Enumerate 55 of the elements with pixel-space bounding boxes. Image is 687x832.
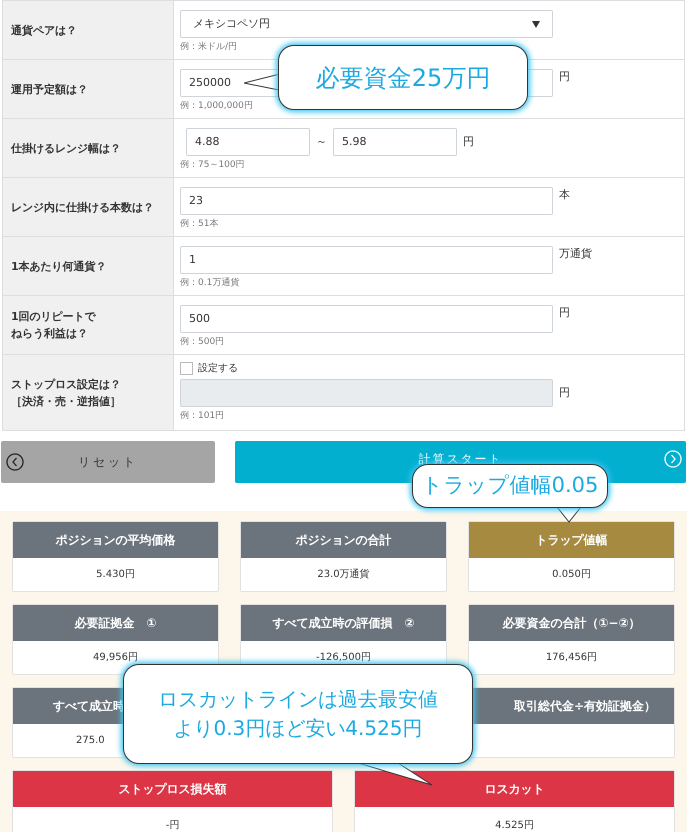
field-label: 仕掛けるレンジ幅は？ (11, 140, 121, 156)
card-title: 必要証拠金 ① (74, 615, 157, 632)
input-field[interactable]: 500 (180, 305, 553, 334)
card-value: 0.050円 (552, 568, 591, 582)
unit-label: 円 (559, 69, 570, 86)
field-label: ストップロス設定は？ (11, 376, 121, 392)
card-value: -円 (166, 818, 180, 832)
range-separator: ～ (316, 134, 327, 150)
hint-text: 例：1,000,000円 (180, 100, 254, 114)
card-title: すべて成立時の評価損 ② (272, 615, 415, 632)
hint-text: 例：75～100円 (180, 159, 246, 172)
card-value: 275.0 (76, 734, 105, 748)
reset-button[interactable]: リセット (1, 441, 215, 483)
card-value: 176,456円 (546, 651, 598, 665)
hint-text: 例：0.1万通貨 (180, 277, 240, 290)
card-title: 取引総代金÷有効証拠金） (514, 698, 656, 715)
unit-label: 円 (559, 385, 570, 401)
card-title: ポジションの合計 (296, 532, 392, 549)
currency-select[interactable]: メキシコペソ円 (180, 10, 553, 38)
input-field[interactable]: 5.98 (333, 128, 457, 156)
hint-text: 例：500円 (180, 336, 226, 350)
back-circle-icon (6, 453, 24, 471)
field-label: 通貨ペアは？ (11, 22, 77, 38)
card-title: 必要資金の合計（①−②） (502, 615, 641, 632)
forward-circle-icon (664, 450, 682, 468)
input-field[interactable]: 23 (180, 187, 553, 216)
field-label: ねらう利益は？ (11, 326, 89, 342)
field-label: 1回のリピートで (11, 309, 96, 325)
unit-label: 円 (463, 134, 474, 150)
unit-label: 万通貨 (559, 246, 592, 262)
field-label: 運用予定額は？ (11, 82, 88, 98)
dropdown-arrow-icon (532, 20, 540, 28)
card-title: ロスカット (484, 781, 544, 798)
hint-text: 例：101円 (180, 410, 226, 424)
unit-label: 円 (559, 305, 570, 322)
card-value: 5.430円 (96, 568, 135, 582)
hint-text: 例：51本 (180, 218, 220, 232)
callout-text: より0.3円ほど安い4.525円 (173, 715, 423, 742)
input-field[interactable]: 4.88 (186, 128, 310, 156)
card-value: -126,500円 (316, 651, 371, 665)
callout-text: ロスカットラインは過去最安値 (158, 686, 438, 713)
card-title: ポジションの平均価格 (56, 532, 176, 549)
field-label: レンジ内に仕掛ける本数は？ (11, 200, 154, 216)
callout-text: 必要資金25万円 (316, 62, 490, 94)
field-label: ［決済・売・逆指値］ (11, 394, 121, 410)
card-title: トラップ値幅 (536, 532, 608, 549)
field-label: 1本あたり何通貨？ (11, 258, 107, 274)
checkbox-label: 設定する (198, 362, 238, 376)
unit-label: 本 (559, 187, 570, 204)
card-value: 49,956円 (93, 651, 138, 665)
input-field[interactable]: 1 (180, 246, 553, 274)
hint-text: 例：米ドル/円 (180, 41, 238, 54)
card-title: ストップロス損失額 (118, 781, 226, 798)
card-value: 23.0万通貨 (317, 568, 370, 582)
card-value: 4.525円 (495, 818, 534, 832)
